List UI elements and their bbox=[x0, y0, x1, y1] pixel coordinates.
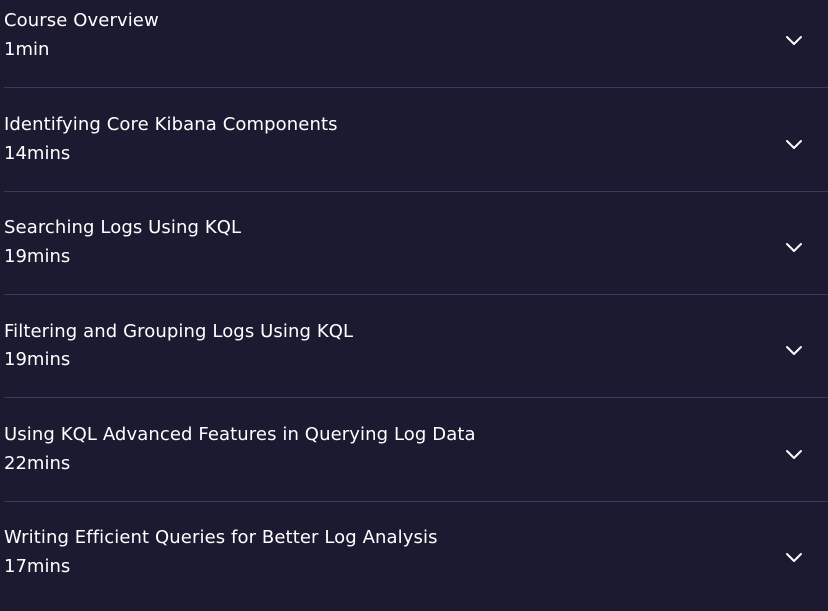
module-title: Filtering and Grouping Logs Using KQL bbox=[4, 321, 354, 342]
module-title: Writing Efficient Queries for Better Log… bbox=[4, 527, 438, 548]
module-title: Using KQL Advanced Features in Querying … bbox=[4, 424, 476, 445]
chevron-down-icon[interactable] bbox=[784, 344, 804, 358]
module-item-using-kql-advanced-features[interactable]: Using KQL Advanced Features in Querying … bbox=[0, 398, 828, 501]
module-item-identifying-core-kibana-components[interactable]: Identifying Core Kibana Components 14min… bbox=[0, 88, 828, 191]
module-title: Identifying Core Kibana Components bbox=[4, 114, 338, 135]
module-item-searching-logs-using-kql[interactable]: Searching Logs Using KQL 19mins bbox=[0, 192, 828, 295]
module-duration: 17mins bbox=[4, 556, 71, 577]
module-duration: 1min bbox=[4, 39, 50, 60]
module-item-filtering-and-grouping-logs-using-kql[interactable]: Filtering and Grouping Logs Using KQL 19… bbox=[0, 295, 828, 398]
course-module-list: Course Overview 1min Identifying Core Ki… bbox=[0, 0, 828, 611]
module-title: Course Overview bbox=[4, 10, 159, 31]
module-item-writing-efficient-queries[interactable]: Writing Efficient Queries for Better Log… bbox=[0, 502, 828, 605]
chevron-down-icon[interactable] bbox=[784, 241, 804, 255]
module-duration: 22mins bbox=[4, 453, 71, 474]
module-duration: 19mins bbox=[4, 246, 71, 267]
chevron-down-icon[interactable] bbox=[784, 34, 804, 48]
chevron-down-icon[interactable] bbox=[784, 551, 804, 565]
chevron-down-icon[interactable] bbox=[784, 138, 804, 152]
module-duration: 14mins bbox=[4, 143, 71, 164]
chevron-down-icon[interactable] bbox=[784, 448, 804, 462]
module-duration: 19mins bbox=[4, 349, 71, 370]
module-title: Searching Logs Using KQL bbox=[4, 217, 242, 238]
